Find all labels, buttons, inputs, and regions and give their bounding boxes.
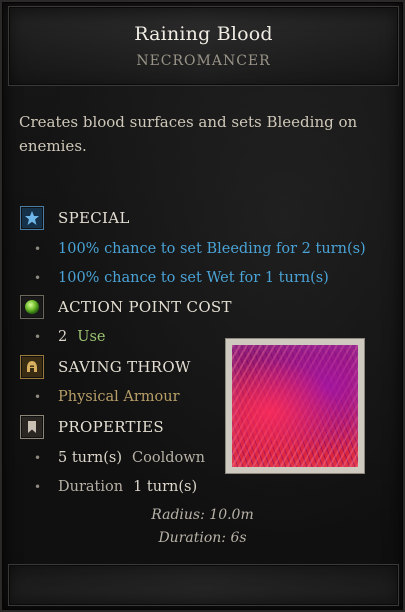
special-item: • 100% chance to set Wet for 1 turn(s) — [34, 267, 329, 289]
tooltip-header: Raining Blood NECROMANCER — [8, 6, 399, 86]
action-point-cost-item: • 2 Use — [34, 326, 105, 348]
saving-throw-item: • Physical Armour — [34, 386, 180, 408]
duration-info: Duration: 6s — [158, 530, 247, 546]
property-duration: • Duration 1 turn(s) — [34, 476, 197, 498]
bullet-dot: • — [34, 480, 42, 494]
properties-label: PROPERTIES — [58, 418, 164, 436]
ap-cost-unit: Use — [77, 329, 106, 345]
duration-label: Duration — [58, 479, 124, 495]
section-properties: PROPERTIES — [20, 414, 164, 440]
section-action-point-cost: ACTION POINT COST — [20, 294, 232, 320]
special-item-text: 100% chance to set Bleeding for 2 turn(s… — [58, 241, 366, 257]
special-item: • 100% chance to set Bleeding for 2 turn… — [34, 238, 366, 260]
skill-tooltip: Raining Blood NECROMANCER Creates blood … — [0, 0, 405, 612]
skill-illustration — [225, 338, 365, 474]
bookmark-icon — [20, 415, 44, 439]
bullet-dot: • — [34, 271, 42, 285]
bullet-dot: • — [34, 451, 42, 465]
skill-school: NECROMANCER — [136, 53, 271, 69]
section-saving-throw: SAVING THROW — [20, 354, 191, 380]
bullet-dot: • — [34, 390, 42, 404]
section-special: SPECIAL — [20, 205, 130, 231]
bullet-dot: • — [34, 242, 42, 256]
star-icon — [20, 206, 44, 230]
tooltip-footer — [8, 564, 399, 606]
bullet-dot: • — [34, 330, 42, 344]
skill-title: Raining Blood — [134, 23, 273, 45]
helmet-icon — [20, 355, 44, 379]
skill-description: Creates blood surfaces and sets Bleeding… — [19, 113, 358, 155]
duration-value: 1 turn(s) — [133, 479, 198, 495]
special-item-text: 100% chance to set Wet for 1 turn(s) — [58, 270, 329, 286]
action-point-cost-label: ACTION POINT COST — [58, 298, 232, 316]
radius-info: Radius: 10.0m — [151, 507, 254, 523]
saving-throw-value: Physical Armour — [58, 389, 180, 405]
special-label: SPECIAL — [58, 209, 130, 227]
ap-cost-value: 2 — [58, 329, 68, 345]
blood-rain-image — [232, 345, 358, 467]
property-cooldown: • 5 turn(s) Cooldown — [34, 447, 205, 469]
cooldown-value: 5 turn(s) — [58, 450, 123, 466]
cooldown-label: Cooldown — [132, 450, 205, 466]
saving-throw-label: SAVING THROW — [58, 358, 191, 376]
green-orb-icon — [20, 295, 44, 319]
